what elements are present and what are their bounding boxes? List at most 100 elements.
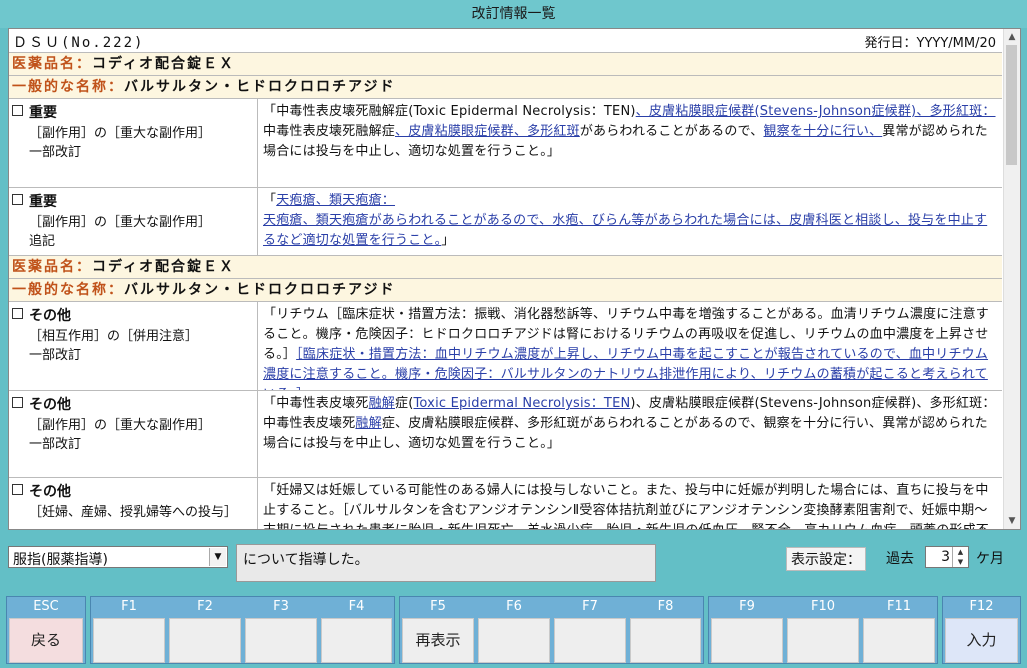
f7-button[interactable] — [554, 618, 626, 663]
fkey-code: F9 — [739, 599, 755, 614]
f10-button[interactable] — [787, 618, 859, 663]
past-label: 過去 — [886, 551, 914, 567]
drug-name-label: 医薬品名： — [12, 259, 92, 275]
guidance-bar: 服指(服薬指導) ▼ について指導した。 表示設定： 過去 3 ▲ ▼ ケ月 — [0, 540, 1027, 590]
revision-text: 「中毒性表皮壊死融解症(Toxic Epidermal Necrolysis：T… — [263, 104, 636, 119]
drug-name: コディオ配合錠ＥＸ — [92, 259, 236, 275]
guidance-memo-field[interactable]: について指導した。 — [236, 544, 656, 582]
revision-text: 「中毒性表皮壊死 — [263, 396, 369, 411]
scroll-thumb[interactable] — [1006, 45, 1017, 165]
f8-button[interactable] — [630, 618, 701, 663]
vertical-scrollbar[interactable]: ▲ ▼ — [1003, 29, 1020, 529]
revision-text: )、皮膚粘膜眼症候群(Stevens-Johnson症候群)、多形紅斑： — [630, 396, 996, 411]
scroll-down-icon[interactable]: ▼ — [1004, 513, 1020, 529]
document-header: ＤＳＵ(No.222) 発行日：YYYY/MM/20 — [9, 29, 1002, 52]
generic-name-band: 一般的な名称：バルサルタン・ヒドロクロロチアジド — [9, 278, 1002, 301]
guidance-select[interactable]: 服指(服薬指導) ▼ — [8, 546, 228, 568]
f6-button[interactable] — [478, 618, 550, 663]
stepper-up-icon[interactable]: ▲ — [952, 547, 968, 557]
f3-button[interactable] — [245, 618, 317, 663]
revision-row[interactable]: その他 ［妊婦、産婦、授乳婦等への投与］ 「妊婦又は妊娠している可能性のある婦人… — [9, 477, 1002, 529]
f11-button[interactable] — [863, 618, 935, 663]
fkey-f8[interactable]: F8 — [628, 597, 703, 665]
f2-button[interactable] — [169, 618, 241, 663]
revision-text: 「妊婦又は妊娠している可能性のある婦人には投与しないこと。また、投与中に妊娠が判… — [263, 483, 989, 529]
drug-name-band: 医薬品名：コディオ配合錠ＥＸ — [9, 52, 1002, 75]
guidance-select-value: 服指(服薬指導) — [13, 552, 108, 568]
drug-name-band: 医薬品名：コディオ配合錠ＥＸ — [9, 255, 1002, 278]
fkey-code: F6 — [506, 599, 522, 614]
revision-row[interactable]: その他 ［副作用］の［重大な副作用］ 一部改訂 「中毒性表皮壊死融解症(Toxic… — [9, 390, 1002, 477]
fkey-f6[interactable]: F6 — [476, 597, 552, 665]
fkey-code: F2 — [197, 599, 213, 614]
row-checkbox[interactable] — [12, 308, 23, 319]
revision-highlight: Toxic Epidermal Necrolysis：TEN — [413, 396, 631, 411]
issue-date: 発行日：YYYY/MM/20 — [864, 36, 997, 51]
stepper-down-icon[interactable]: ▼ — [952, 557, 968, 567]
fkey-f7[interactable]: F7 — [552, 597, 628, 665]
f9-button[interactable] — [711, 618, 783, 663]
row-checkbox[interactable] — [12, 194, 23, 205]
fkey-group-3: F9 F10 F11 — [708, 596, 938, 664]
fkey-group-esc: ESC 戻る — [6, 596, 86, 664]
fkey-f2[interactable]: F2 — [167, 597, 243, 665]
f4-button[interactable] — [321, 618, 392, 663]
row-text: 「中毒性表皮壊死融解症(Toxic Epidermal Necrolysis：T… — [263, 102, 998, 162]
fkey-f4[interactable]: F4 — [319, 597, 394, 665]
revision-list-panel: ＤＳＵ(No.222) 発行日：YYYY/MM/20 医薬品名：コディオ配合錠Ｅ… — [8, 28, 1021, 530]
display-setting-label: 表示設定： — [786, 547, 866, 571]
revision-highlight: 天疱瘡、類天疱瘡： — [276, 193, 396, 208]
revision-text: 「 — [263, 193, 277, 208]
revision-row[interactable]: その他 ［相互作用］の［併用注意］ 一部改訂 「リチウム［臨床症状・措置方法：振戦… — [9, 301, 1002, 402]
fkey-f10[interactable]: F10 — [785, 597, 861, 665]
row-type: 一部改訂 — [29, 145, 82, 160]
row-section: ［相互作用］の［併用注意］ — [29, 329, 199, 344]
row-text: 「中毒性表皮壊死融解症(Toxic Epidermal Necrolysis：T… — [263, 394, 998, 454]
refresh-button[interactable]: 再表示 — [402, 618, 474, 663]
revision-row[interactable]: 重要 ［副作用］の［重大な副作用］ 追記 「天疱瘡、類天疱瘡： 天疱瘡、類天疱瘡があ… — [9, 187, 1002, 255]
row-section: ［妊婦、産婦、授乳婦等への投与］ — [29, 505, 238, 520]
fkey-code: F5 — [430, 599, 446, 614]
generic-name: バルサルタン・ヒドロクロロチアジド — [124, 282, 396, 298]
row-checkbox[interactable] — [12, 105, 23, 116]
fkey-esc[interactable]: ESC 戻る — [7, 597, 85, 665]
revision-highlight: 天疱瘡、類天疱瘡があらわれることがあるので、水疱、びらん等があらわれた場合には、… — [263, 213, 988, 248]
fkey-f9[interactable]: F9 — [709, 597, 785, 665]
row-type: 一部改訂 — [29, 348, 82, 363]
row-checkbox[interactable] — [12, 397, 23, 408]
fkey-f1[interactable]: F1 — [91, 597, 167, 665]
generic-name-label: 一般的な名称： — [12, 79, 124, 95]
generic-name-label: 一般的な名称： — [12, 282, 124, 298]
chevron-down-icon[interactable]: ▼ — [209, 548, 226, 566]
months-stepper[interactable]: 3 ▲ ▼ — [925, 546, 969, 568]
fkey-f12[interactable]: F12 入力 — [943, 597, 1020, 665]
months-value: 3 — [941, 549, 950, 565]
fkey-code: ESC — [33, 599, 59, 614]
row-category: その他 — [29, 308, 71, 324]
enter-button[interactable]: 入力 — [945, 618, 1018, 663]
fkey-code: F3 — [273, 599, 289, 614]
back-button[interactable]: 戻る — [9, 618, 83, 663]
row-section: ［副作用］の［重大な副作用］ — [29, 418, 212, 433]
fkey-f11[interactable]: F11 — [861, 597, 937, 665]
row-type: 追記 — [29, 234, 56, 249]
revision-row[interactable]: 重要 ［副作用］の［重大な副作用］ 一部改訂 「中毒性表皮壊死融解症(Toxic … — [9, 98, 1002, 187]
revision-highlight: 融解 — [368, 396, 396, 411]
revision-text: 」 — [441, 233, 455, 248]
f1-button[interactable] — [93, 618, 165, 663]
generic-name-band: 一般的な名称：バルサルタン・ヒドロクロロチアジド — [9, 75, 1002, 98]
fkey-code: F8 — [657, 599, 674, 614]
revision-text: 症( — [395, 396, 414, 411]
row-category: 重要 — [29, 194, 57, 210]
revision-highlight: 融解 — [355, 416, 382, 431]
generic-name: バルサルタン・ヒドロクロロチアジド — [124, 79, 396, 95]
fkey-f3[interactable]: F3 — [243, 597, 319, 665]
row-category: 重要 — [29, 105, 57, 121]
row-category: その他 — [29, 484, 71, 500]
row-section: ［副作用］の［重大な副作用］ — [29, 126, 212, 141]
row-checkbox[interactable] — [12, 484, 23, 495]
drug-name: コディオ配合錠ＥＸ — [92, 56, 236, 72]
fkey-f5[interactable]: F5 再表示 — [400, 597, 476, 665]
fkey-code: F1 — [121, 599, 137, 614]
scroll-up-icon[interactable]: ▲ — [1004, 29, 1020, 45]
